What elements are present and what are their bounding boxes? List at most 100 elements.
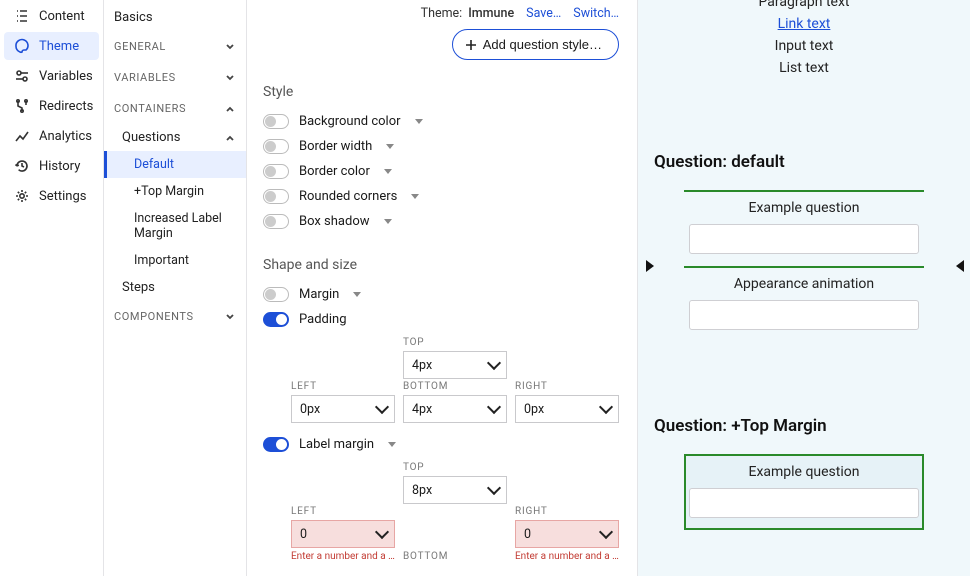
opt-shadow: Box shadow [263,214,619,229]
branch-icon [14,98,30,114]
preview-input-text: Input text [775,38,834,54]
primary-nav: Content Theme Variables Redirects Analyt… [0,0,104,576]
nav-history[interactable]: History [4,152,99,180]
switch-link[interactable]: Switch… [573,6,619,21]
plus-icon [465,39,477,51]
theme-name: Immune [468,6,514,21]
q-input[interactable] [689,224,919,254]
list-icon [14,8,30,24]
q-default-title: Question: default [654,152,785,172]
theme-topbar: Theme: Immune Save… Switch… [263,0,619,29]
labelmargin-grid: TOP 8px LEFT 0 Enter a number and a unit… [291,462,619,562]
preview-link[interactable]: Link text [778,16,831,32]
opt-rounded: Rounded corners [263,189,619,204]
nav-redirects-label: Redirects [39,99,93,114]
tree-basics[interactable]: Basics [104,4,246,31]
chevron-up-icon [224,103,236,115]
tree-q-increasedlabel[interactable]: Increased Label Margin [104,205,246,247]
chevron-down-icon[interactable] [384,219,392,224]
sliders-icon [14,68,30,84]
style-editor: Theme: Immune Save… Switch… Add question… [247,0,638,576]
add-question-style-button[interactable]: Add question style… [452,29,619,60]
chevron-down-icon[interactable] [415,119,423,124]
toggle-labelmargin[interactable] [263,437,289,452]
theme-tree: Basics GENERAL VARIABLES CONTAINERS Ques… [104,0,247,576]
nav-redirects[interactable]: Redirects [4,92,99,120]
padding-top-select[interactable]: 4px [403,351,507,379]
tree-q-default[interactable]: Default [104,151,246,178]
nav-theme[interactable]: Theme [4,32,99,60]
chevron-down-icon[interactable] [353,292,361,297]
chevron-down-icon[interactable] [388,442,396,447]
gear-icon [14,188,30,204]
q-label: Example question [749,196,860,216]
appearance-label: Appearance animation [734,276,874,292]
nav-theme-label: Theme [39,39,79,54]
tree-containers[interactable]: CONTAINERS [104,93,246,124]
q-topmargin-title: Question: +Top Margin [654,416,827,436]
chevron-down-icon[interactable] [384,169,392,174]
save-link[interactable]: Save… [526,6,561,21]
opt-bgcolor: Background color [263,114,619,129]
error-hint: Enter a number and a unit, e.g. [291,551,395,562]
tree-components[interactable]: COMPONENTS [104,301,246,332]
history-icon [14,158,30,174]
nav-analytics[interactable]: Analytics [4,122,99,150]
nav-content[interactable]: Content [4,2,99,30]
preview-list-text: List text [779,60,829,76]
nav-settings[interactable]: Settings [4,182,99,210]
opt-bordercolor: Border color [263,164,619,179]
opt-padding: Padding [263,312,619,327]
opt-labelmargin: Label margin [263,437,619,452]
toggle-margin[interactable] [263,287,289,302]
toggle-rounded[interactable] [263,189,289,204]
q-input[interactable] [689,488,919,518]
palette-icon [14,38,30,54]
padding-left-select[interactable]: 0px [291,395,395,423]
q-topmargin-box: Example question [684,454,924,530]
toggle-padding[interactable] [263,312,289,327]
chevron-up-icon [224,132,236,144]
prev-arrow[interactable] [646,260,654,272]
preview-pane: Paragraph text Link text Input text List… [638,0,970,576]
q-label: Example question [749,460,860,480]
padding-right-select[interactable]: 0px [515,395,619,423]
section-style: Style [263,84,619,100]
q-default-box: Example question Appearance animation [684,190,924,340]
nav-history-label: History [39,159,80,174]
nav-variables-label: Variables [39,69,93,84]
toggle-borderwidth[interactable] [263,139,289,154]
tree-q-important[interactable]: Important [104,247,246,274]
tree-steps[interactable]: Steps [104,274,246,301]
padding-bottom-select[interactable]: 4px [403,395,507,423]
labelmargin-top-select[interactable]: 8px [403,476,507,504]
next-arrow[interactable] [956,260,964,272]
toggle-bordercolor[interactable] [263,164,289,179]
chevron-down-icon[interactable] [411,194,419,199]
tree-general[interactable]: GENERAL [104,31,246,62]
chart-icon [14,128,30,144]
nav-variables[interactable]: Variables [4,62,99,90]
labelmargin-right-select[interactable]: 0 [515,520,619,548]
padding-grid: TOP 4px LEFT 0px BOTTOM 4px RIGHT 0px [291,337,619,423]
q-input[interactable] [689,300,919,330]
chevron-down-icon [224,311,236,323]
nav-analytics-label: Analytics [39,129,92,144]
tree-q-topmargin[interactable]: +Top Margin [104,178,246,205]
error-hint: Enter a number and a unit, e.g. [515,551,619,562]
nav-settings-label: Settings [39,189,86,204]
toggle-bgcolor[interactable] [263,114,289,129]
opt-borderwidth: Border width [263,139,619,154]
toggle-shadow[interactable] [263,214,289,229]
tree-variables[interactable]: VARIABLES [104,62,246,93]
chevron-down-icon [224,72,236,84]
theme-label: Theme: [421,6,463,21]
labelmargin-left-select[interactable]: 0 [291,520,395,548]
opt-margin: Margin [263,287,619,302]
divider [684,266,924,268]
tree-questions[interactable]: Questions [104,124,246,151]
chevron-down-icon[interactable] [386,144,394,149]
section-shape: Shape and size [263,257,619,273]
chevron-down-icon [224,41,236,53]
nav-content-label: Content [39,9,85,24]
